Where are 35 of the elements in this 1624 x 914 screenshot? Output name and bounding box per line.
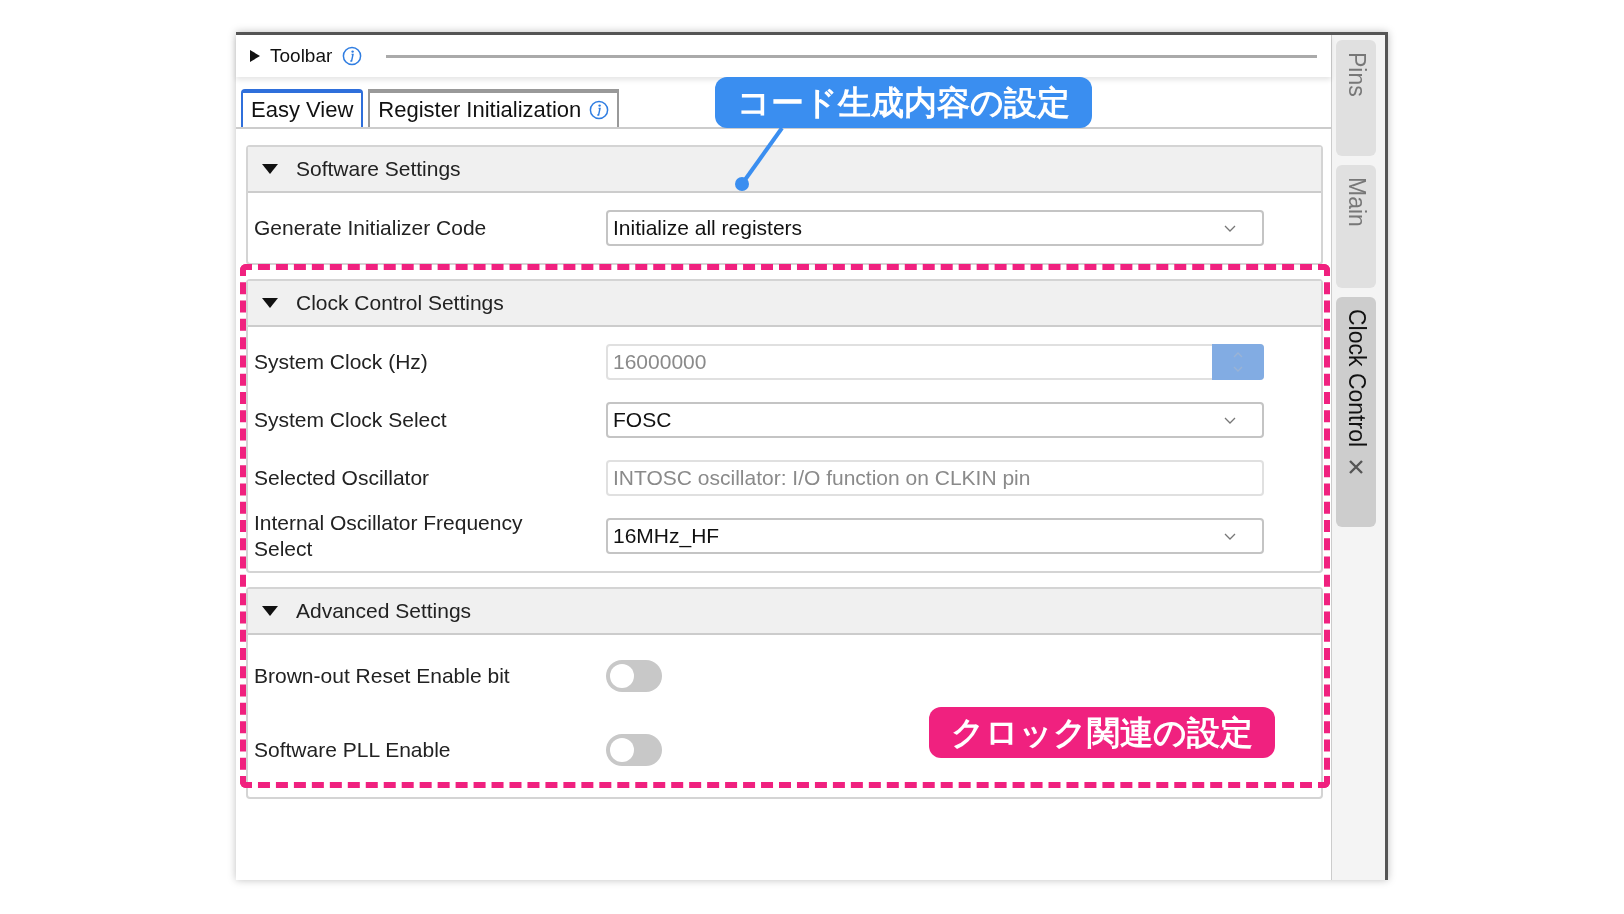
field-label: System Clock Select (254, 407, 448, 433)
section-title: Advanced Settings (296, 599, 472, 623)
up-down-arrows-icon (1232, 350, 1244, 374)
callout-label: コード生成内容の設定 (715, 77, 1092, 128)
section-header[interactable]: Clock Control Settings (248, 281, 1322, 327)
dropdown[interactable]: Initialize all registers (606, 210, 1264, 246)
section-title: Clock Control Settings (296, 291, 504, 315)
toggle-switch[interactable] (606, 660, 662, 692)
section-title: Software Settings (296, 157, 461, 181)
collapse-arrow-icon[interactable] (262, 164, 278, 174)
dropdown[interactable]: FOSC (606, 402, 1264, 438)
tab[interactable]: Easy View (241, 89, 364, 127)
section-header[interactable]: Software Settings (248, 147, 1322, 193)
info-icon[interactable] (589, 100, 610, 120)
toggle-switch[interactable] (606, 734, 662, 766)
tab[interactable]: Register Initialization (368, 89, 620, 127)
side-tab[interactable]: Clock Control (1336, 297, 1377, 527)
field-label: System Clock (Hz) (254, 349, 429, 375)
dropdown[interactable]: 16MHz_HF (606, 518, 1264, 554)
field-label: Software PLL Enable (254, 737, 452, 763)
field-label: Selected Oscillator (254, 465, 431, 491)
toolbar-label[interactable]: Toolbar (270, 45, 333, 67)
collapse-arrow-icon[interactable] (262, 606, 278, 616)
section-header[interactable]: Advanced Settings (248, 589, 1322, 635)
field-label: Internal Oscillator Frequency Select (254, 510, 524, 562)
info-icon[interactable] (342, 46, 363, 66)
collapse-arrow-icon[interactable] (262, 298, 278, 308)
chevron-down-icon (1224, 532, 1236, 540)
callout-label: クロック関連の設定 (929, 707, 1275, 758)
chevron-down-icon (1224, 224, 1236, 232)
expand-arrow-icon[interactable] (250, 50, 260, 62)
chevron-down-icon (1224, 416, 1236, 424)
close-icon[interactable] (1348, 459, 1365, 476)
field-label: Brown-out Reset Enable bit (254, 663, 511, 689)
field-label: Generate Initializer Code (254, 215, 488, 241)
